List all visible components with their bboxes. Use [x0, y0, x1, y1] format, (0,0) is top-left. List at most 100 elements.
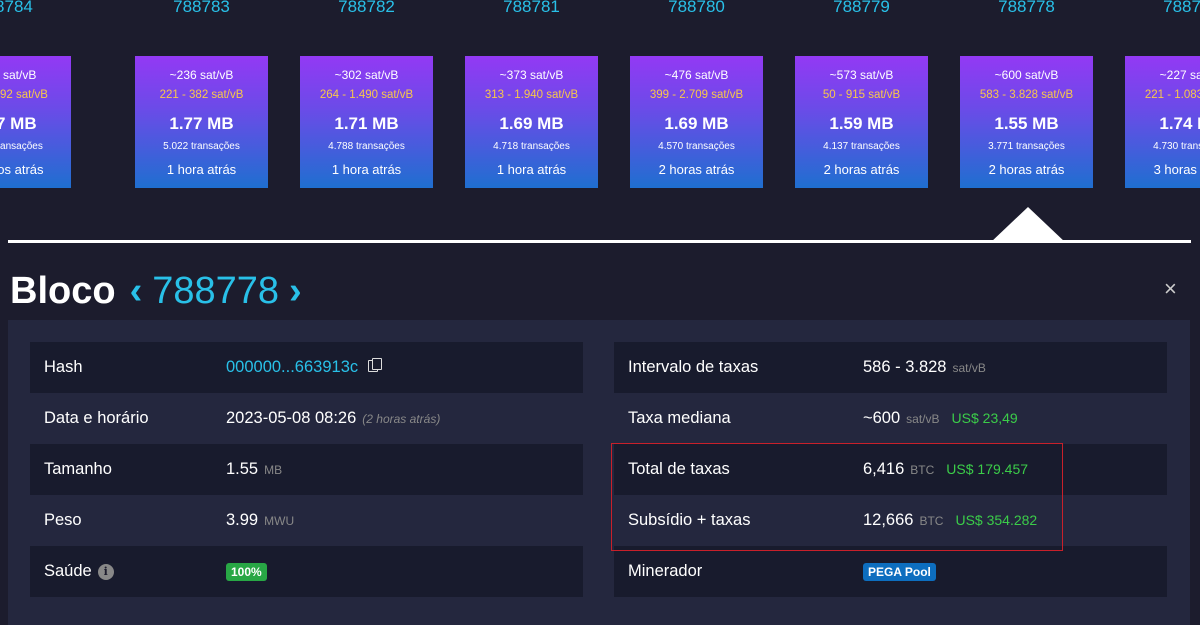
block-face[interactable]: ~600 sat/vB 583 - 3.828 sat/vB 1.55 MB 3…	[960, 56, 1093, 188]
block-height[interactable]: 788779	[795, 0, 928, 17]
health-label: Saúde	[44, 562, 92, 580]
date-row: Data e horário 2023-05-08 08:26 (2 horas…	[30, 393, 583, 444]
health-row: Saúde i 100%	[30, 546, 583, 597]
subsidy-value: 12,666	[863, 511, 914, 529]
block-size: 1.69 MB	[664, 114, 729, 133]
block-median-fee: ~302 sat/vB	[334, 68, 399, 82]
block-fee-range: 221 - 382 sat/vB	[159, 89, 244, 101]
subsidy-unit: BTC	[919, 514, 944, 528]
block-median-fee: ~236 sat/vB	[169, 68, 234, 82]
block-time: minutos atrás	[0, 162, 44, 177]
block-median-fee: ~227 sat/vB	[1159, 68, 1200, 82]
miner-badge[interactable]: PEGA Pool	[863, 562, 936, 581]
subsidy-row: Subsídio + taxas 12,666 BTC US$ 354.282	[614, 495, 1167, 546]
size-label: Tamanho	[44, 460, 112, 478]
block-face[interactable]: ~236 sat/vB 221 - 382 sat/vB 1.77 MB 5.0…	[135, 56, 268, 188]
block-fee-range: 221 - 1.083 sat/vB	[1144, 89, 1200, 101]
block-face[interactable]: ~476 sat/vB 399 - 2.709 sat/vB 1.69 MB 4…	[630, 56, 763, 188]
median-fee-label: Taxa mediana	[628, 409, 731, 427]
block-size: 1.71 MB	[334, 114, 399, 133]
total-fees-label: Total de taxas	[628, 460, 730, 478]
block-median-fee: ~587 sat/vB	[0, 68, 37, 82]
block-face[interactable]: ~573 sat/vB 50 - 915 sat/vB 1.59 MB 4.13…	[795, 56, 928, 188]
info-icon[interactable]: i	[97, 563, 114, 580]
block-face[interactable]: ~373 sat/vB 313 - 1.940 sat/vB 1.69 MB 4…	[465, 56, 598, 188]
divider-line	[8, 240, 1191, 243]
selected-block-pointer	[990, 207, 1066, 243]
block-height-title: 788778	[152, 269, 280, 312]
block-tx-count: 4.718 transações	[493, 141, 570, 152]
subsidy-usd: US$ 354.282	[955, 512, 1038, 528]
weight-value: 3.99	[226, 511, 259, 529]
block-cube[interactable]: 788781 ~373 sat/vB 313 - 1.940 sat/vB 1.…	[465, 0, 630, 200]
block-tx-count: 4.730 transações	[1153, 141, 1200, 152]
block-cube[interactable]: 788779 ~573 sat/vB 50 - 915 sat/vB 1.59 …	[795, 0, 960, 200]
total-fees-usd: US$ 179.457	[946, 461, 1029, 477]
block-tx-count: 4.570 transações	[658, 141, 735, 152]
block-side	[1107, 30, 1127, 188]
date-label: Data e horário	[44, 409, 149, 427]
block-fee-range: 50 - 915 sat/vB	[822, 89, 901, 101]
block-size: 1.77 MB	[169, 114, 234, 133]
miner-row: Minerador PEGA Pool	[614, 546, 1167, 597]
block-cube[interactable]: 788777 ~227 sat/vB 221 - 1.083 sat/vB 1.…	[1125, 0, 1200, 200]
block-cube-selected[interactable]: 788778 ~600 sat/vB 583 - 3.828 sat/vB 1.…	[960, 0, 1125, 200]
block-cube[interactable]: 788783 ~236 sat/vB 221 - 382 sat/vB 1.77…	[135, 0, 300, 200]
block-tx-count: 3.701 transações	[0, 141, 43, 152]
block-height[interactable]: 788778	[960, 0, 1093, 17]
size-unit: MB	[264, 463, 283, 477]
block-height[interactable]: 788782	[300, 0, 433, 17]
block-time: 1 hora atrás	[496, 162, 567, 177]
block-details-right: Intervalo de taxas 586 - 3.828 sat/vB Ta…	[614, 342, 1167, 597]
block-size: 1.59 MB	[829, 114, 894, 133]
hash-link[interactable]: 000000...663913c	[226, 358, 358, 377]
block-size: 1.55 MB	[994, 114, 1059, 133]
page-title: Bloco	[10, 269, 116, 312]
size-row: Tamanho 1.55 MB	[30, 444, 583, 495]
median-fee-unit: sat/vB	[906, 412, 940, 426]
block-size: 1.57 MB	[0, 114, 37, 133]
block-time: 1 hora atrás	[166, 162, 237, 177]
fee-range-row: Intervalo de taxas 586 - 3.828 sat/vB	[614, 342, 1167, 393]
block-height[interactable]: 788784	[0, 0, 71, 17]
block-fee-range: 583 - 3.828 sat/vB	[979, 89, 1074, 101]
block-size: 1.74 MB	[1159, 114, 1200, 133]
block-face[interactable]: ~587 sat/vB 50 - 2.392 sat/vB 1.57 MB 3.…	[0, 56, 71, 188]
block-face[interactable]: ~302 sat/vB 264 - 1.490 sat/vB 1.71 MB 4…	[300, 56, 433, 188]
next-block-chevron-icon[interactable]: ›	[289, 270, 302, 313]
block-details-left: Hash 000000...663913c Data e horário 202…	[30, 342, 583, 597]
block-side	[777, 30, 797, 188]
close-icon[interactable]: ×	[1164, 276, 1177, 302]
hash-row: Hash 000000...663913c	[30, 342, 583, 393]
block-tx-count: 3.771 transações	[988, 141, 1065, 152]
block-median-fee: ~373 sat/vB	[499, 68, 564, 82]
block-cube[interactable]: 788780 ~476 sat/vB 399 - 2.709 sat/vB 1.…	[630, 0, 795, 200]
block-details-panel: Hash 000000...663913c Data e horário 202…	[8, 320, 1190, 625]
block-time: 2 horas atrás	[658, 162, 735, 177]
block-cube[interactable]: 788784 ~587 sat/vB 50 - 2.392 sat/vB 1.5…	[0, 0, 103, 200]
size-value: 1.55	[226, 460, 259, 478]
block-time: 1 hora atrás	[331, 162, 402, 177]
block-fee-range: 50 - 2.392 sat/vB	[0, 89, 48, 101]
block-tx-count: 4.788 transações	[328, 141, 405, 152]
block-side	[612, 30, 632, 188]
block-fee-range: 264 - 1.490 sat/vB	[319, 89, 414, 101]
block-title: Bloco ‹ 788778 ›	[10, 266, 302, 316]
total-fees-row: Total de taxas 6,416 BTC US$ 179.457	[614, 444, 1167, 495]
total-fees-unit: BTC	[910, 463, 935, 477]
copy-icon[interactable]	[368, 358, 383, 372]
block-side	[117, 30, 137, 188]
block-median-fee: ~476 sat/vB	[664, 68, 729, 82]
fee-range-value: 586 - 3.828	[863, 358, 947, 376]
block-height[interactable]: 788777	[1125, 0, 1200, 17]
block-fee-range: 399 - 2.709 sat/vB	[649, 89, 744, 101]
block-height[interactable]: 788780	[630, 0, 763, 17]
fee-range-label: Intervalo de taxas	[628, 358, 759, 376]
prev-block-chevron-icon[interactable]: ‹	[130, 270, 143, 313]
block-height[interactable]: 788783	[135, 0, 268, 17]
block-height[interactable]: 788781	[465, 0, 598, 17]
health-badge: 100%	[226, 562, 267, 581]
block-face[interactable]: ~227 sat/vB 221 - 1.083 sat/vB 1.74 MB 4…	[1125, 56, 1200, 188]
block-cube[interactable]: 788782 ~302 sat/vB 264 - 1.490 sat/vB 1.…	[300, 0, 465, 200]
median-fee-usd: US$ 23,49	[951, 410, 1018, 426]
